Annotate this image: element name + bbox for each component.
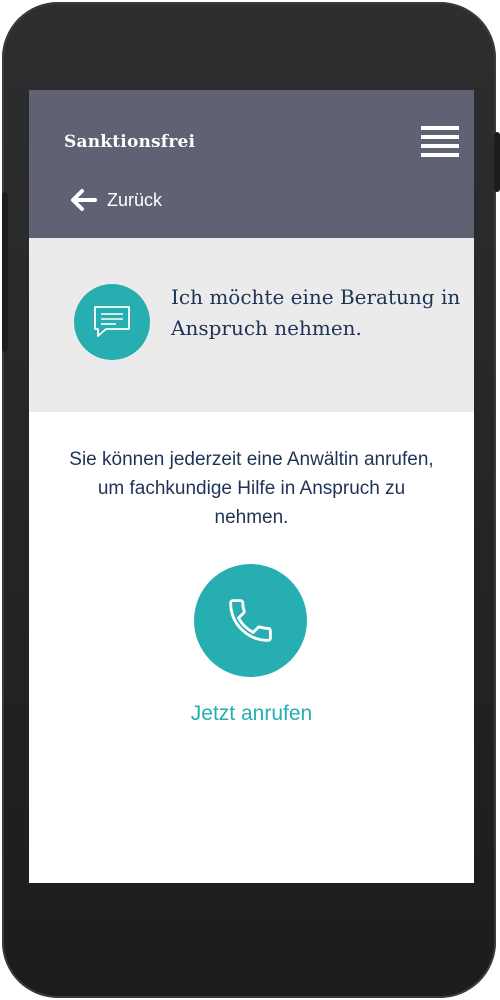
arrow-left-icon xyxy=(71,189,97,211)
brand-logo: Sanktionsfrei xyxy=(64,132,196,152)
description-text: Sie können jederzeit eine Anwältin anruf… xyxy=(69,449,434,528)
hamburger-menu-icon[interactable] xyxy=(421,126,459,158)
chat-bubble-icon xyxy=(94,306,130,337)
consultation-intro: Ich möchte eine Beratung in Anspruch neh… xyxy=(29,238,474,412)
app-screen: Sanktionsfrei Zurück Ich möchte eine Ber… xyxy=(29,90,474,883)
call-button[interactable] xyxy=(194,564,307,677)
intro-heading: Ich möchte eine Beratung in Anspruch neh… xyxy=(171,285,461,340)
phone-icon xyxy=(229,599,272,642)
side-button-left xyxy=(2,192,8,352)
call-now-link[interactable]: Jetzt anrufen xyxy=(89,702,414,726)
back-label: Zurück xyxy=(107,189,163,210)
app-header: Sanktionsfrei Zurück xyxy=(29,90,474,238)
phone-device-frame: Sanktionsfrei Zurück Ich möchte eine Ber… xyxy=(2,2,500,998)
side-button-right xyxy=(494,132,500,192)
back-button[interactable]: Zurück xyxy=(69,185,162,215)
chat-icon-circle xyxy=(74,284,150,360)
